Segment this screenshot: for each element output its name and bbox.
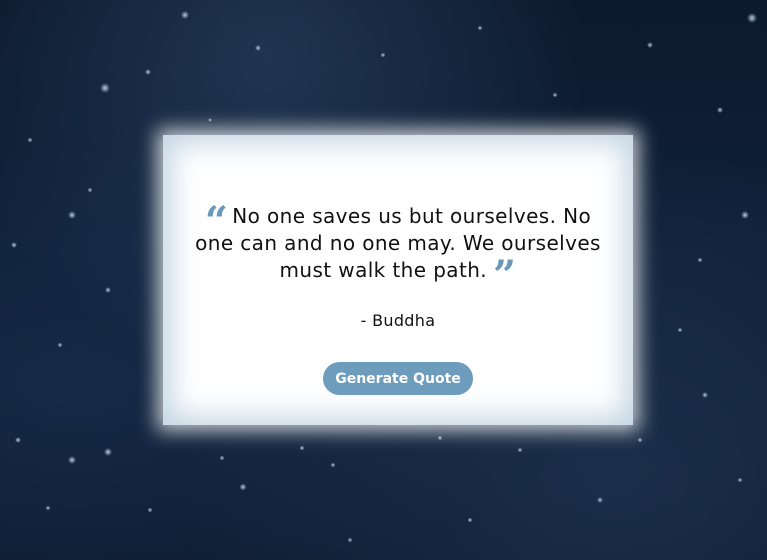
open-quote-icon: “ — [204, 198, 229, 245]
quote-card: “No one saves us but ourselves. No one c… — [163, 135, 633, 425]
generate-quote-button[interactable]: Generate Quote — [323, 362, 473, 395]
quote-text: No one saves us but ourselves. No one ca… — [195, 204, 601, 282]
close-quote-icon: ” — [493, 252, 517, 299]
quote-author: - Buddha — [360, 311, 436, 330]
quote-text-block: “No one saves us but ourselves. No one c… — [193, 198, 603, 299]
